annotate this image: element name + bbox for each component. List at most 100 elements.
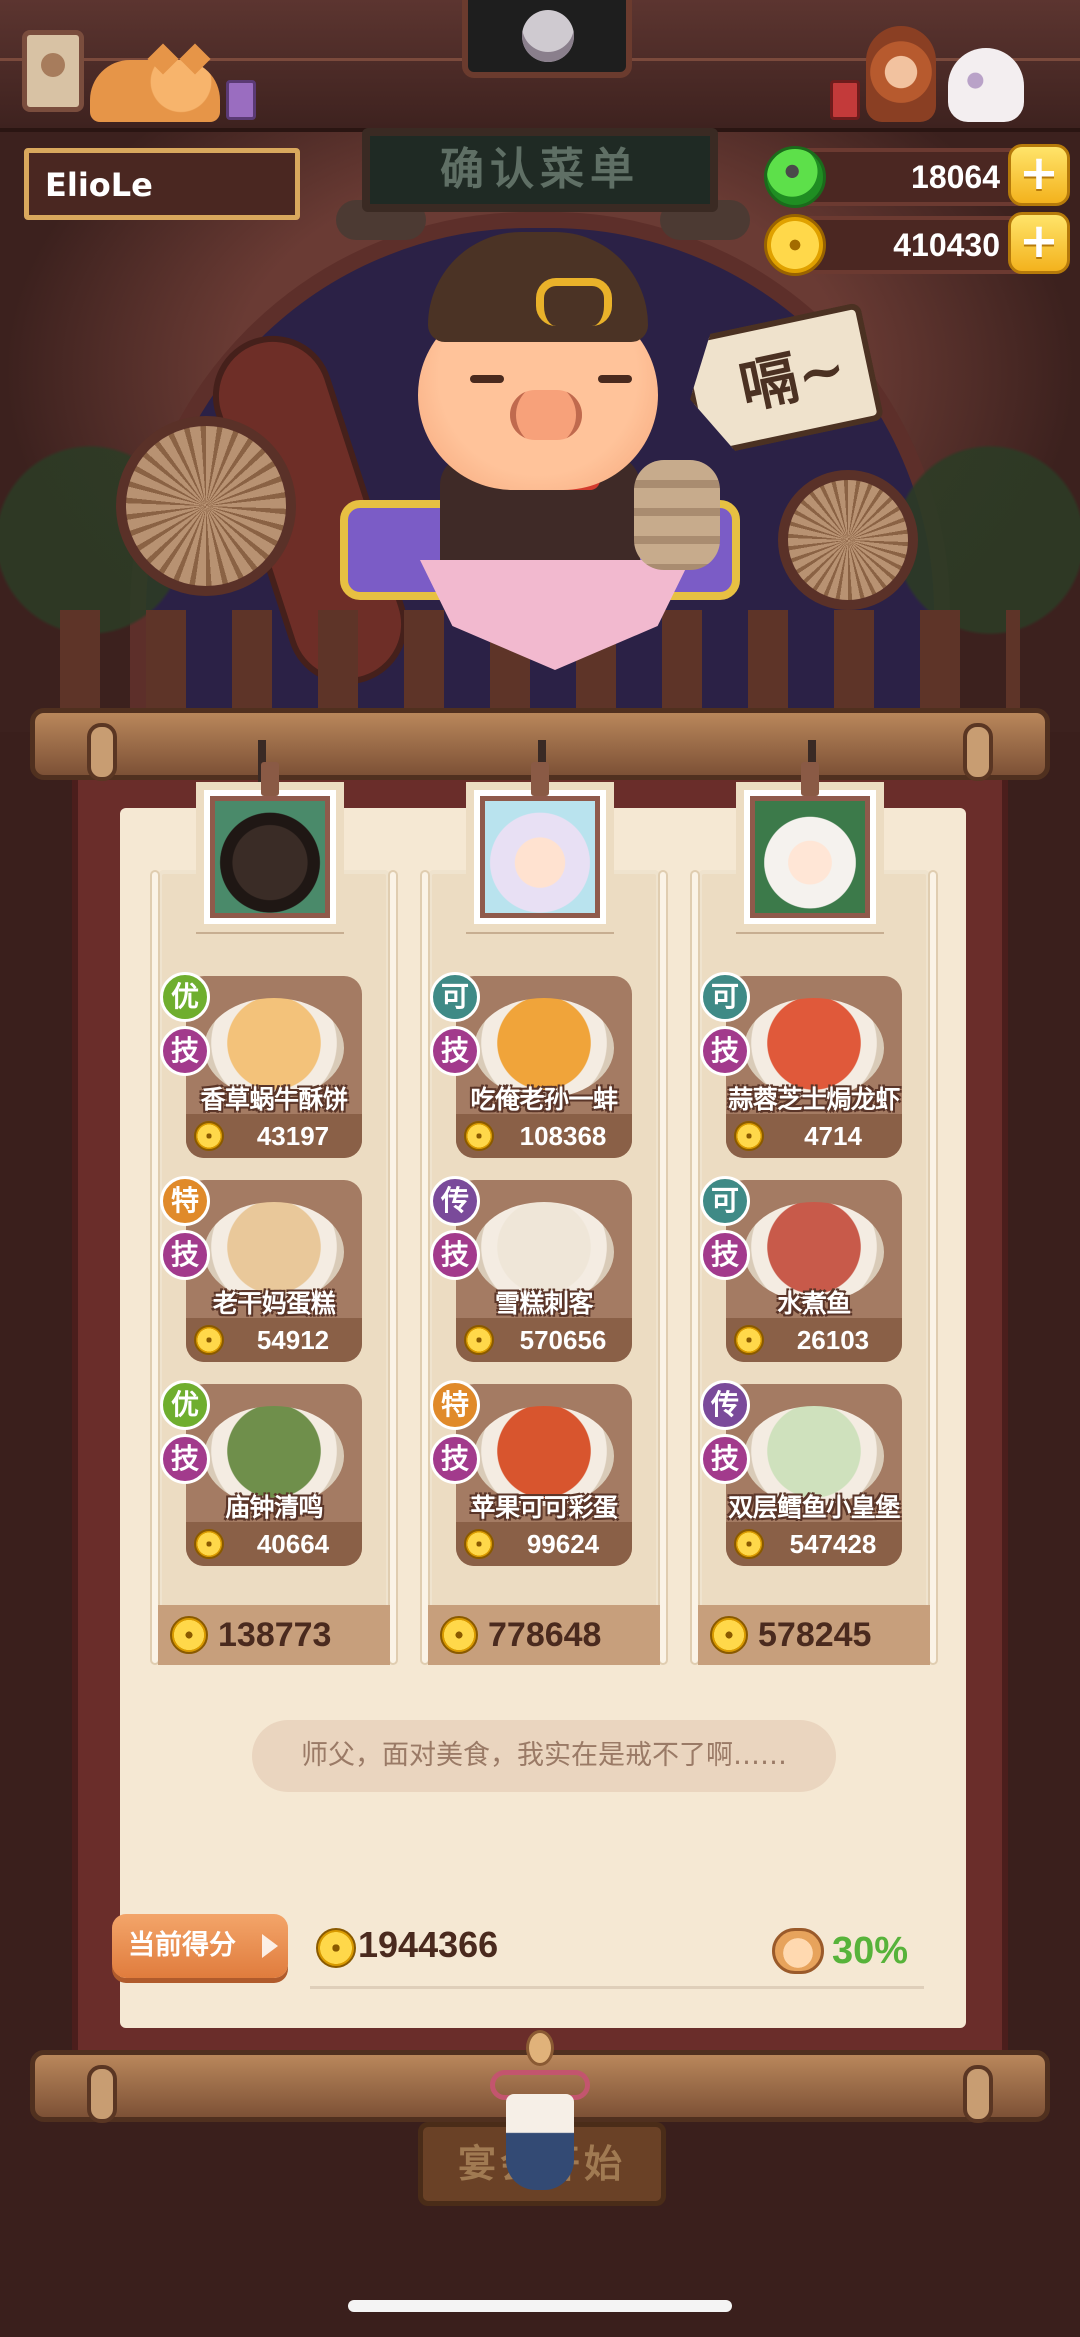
- score-divider: [310, 1986, 924, 1989]
- dish-card[interactable]: 可技蒜蓉芝士焗龙虾 4714: [700, 972, 902, 1158]
- rod-knob: [87, 2065, 117, 2123]
- dish-rank-badge: 优: [160, 972, 210, 1022]
- gold-coin-icon: [464, 1529, 494, 1559]
- current-score-text: 当前得分: [128, 1930, 236, 1961]
- dish-card[interactable]: 可技水煮鱼 26103: [700, 1176, 902, 1362]
- dish-score: 570656: [519, 1324, 607, 1355]
- dish-name: 蒜蓉芝士焗龙虾: [728, 1085, 900, 1114]
- dish-score-bar: 4714: [726, 1114, 902, 1158]
- dish-card[interactable]: 可技吃俺老孙一蚌 108368: [430, 972, 632, 1158]
- chef-portrait-bear[interactable]: [196, 762, 344, 932]
- bonus-pig-icon: [772, 1928, 824, 1974]
- column-total: 138773: [158, 1605, 390, 1665]
- add-jade-button[interactable]: +: [1008, 144, 1070, 206]
- dish-name: 双层鳕鱼小皇堡: [728, 1493, 900, 1522]
- dish-card[interactable]: 特技老干妈蛋糕 54912: [160, 1176, 362, 1362]
- add-coins-button[interactable]: +: [1008, 212, 1070, 274]
- top-decoration-strip: [0, 0, 1080, 132]
- column-total-value: 778648: [488, 1615, 602, 1654]
- fan-right: [778, 470, 918, 610]
- dish-name: 老干妈蛋糕: [212, 1289, 336, 1318]
- dish-skill-badge: 技: [700, 1026, 750, 1076]
- dish-score: 108368: [519, 1120, 607, 1151]
- dish-name: 水煮鱼: [777, 1289, 851, 1318]
- dish-rank-badge: 可: [430, 972, 480, 1022]
- dish-score-bar: 108368: [456, 1114, 632, 1158]
- dish-card[interactable]: 传技雪糕刺客 570656: [430, 1176, 632, 1362]
- dish-card[interactable]: 传技双层鳕鱼小皇堡 547428: [700, 1380, 902, 1566]
- column-rail: [690, 870, 700, 1665]
- gold-coin-icon: [734, 1121, 764, 1151]
- current-score-label: 当前得分: [112, 1914, 288, 1978]
- master-quote: 师父，面对美食，我实在是戒不了啊……: [252, 1720, 836, 1792]
- girl-figure-icon: [866, 26, 936, 122]
- dish-rank-badge: 特: [160, 1176, 210, 1226]
- dish-skill-badge: 技: [700, 1434, 750, 1484]
- portrait-clip: [261, 762, 279, 796]
- dish-score: 54912: [256, 1324, 330, 1355]
- rod-knob: [963, 2065, 993, 2123]
- fan-left: [116, 416, 296, 596]
- dish-rank-badge: 可: [700, 1176, 750, 1226]
- tassel-ornament: [490, 2030, 590, 2194]
- steamer-stack: [634, 460, 720, 570]
- bonus-percent: 30%: [832, 1930, 909, 1972]
- dish-name: 雪糕刺客: [494, 1289, 594, 1318]
- dish-rank-badge: 优: [160, 1380, 210, 1430]
- dish-rank-badge: 传: [430, 1176, 480, 1226]
- dish-skill-badge: 技: [430, 1434, 480, 1484]
- gold-coin-icon: [734, 1529, 764, 1559]
- gold-coin-icon: [764, 214, 826, 276]
- dish-skill-badge: 技: [430, 1026, 480, 1076]
- gold-coin-icon: [194, 1529, 224, 1559]
- rod-knob: [87, 723, 117, 781]
- portrait-clip: [531, 762, 549, 796]
- pig-eye-left: [470, 375, 504, 383]
- column-total-value: 578245: [758, 1615, 872, 1654]
- dish-score-bar: 40664: [186, 1522, 362, 1566]
- dish-score: 26103: [796, 1324, 870, 1355]
- dish-name: 庙钟清鸣: [224, 1493, 324, 1522]
- dish-skill-badge: 技: [160, 1434, 210, 1484]
- dish-rank-badge: 传: [700, 1380, 750, 1430]
- gold-coin-icon: [464, 1121, 494, 1151]
- dish-skill-badge: 技: [160, 1230, 210, 1280]
- gold-coin-icon: [316, 1928, 356, 1968]
- chef-portrait-girl[interactable]: [736, 762, 884, 932]
- dish-score-bar: 570656: [456, 1318, 632, 1362]
- gold-coin-icon: [734, 1325, 764, 1355]
- dish-score: 40664: [256, 1528, 330, 1559]
- column-rail: [420, 870, 430, 1665]
- gold-coin-icon: [710, 1616, 748, 1654]
- gold-coin-icon: [440, 1616, 478, 1654]
- dish-card[interactable]: 特技苹果可可彩蛋 99624: [430, 1380, 632, 1566]
- chef-portrait-fairy[interactable]: [466, 762, 614, 932]
- dish-skill-badge: 技: [430, 1230, 480, 1280]
- fairy-chef-avatar: [480, 796, 600, 918]
- gold-coin-icon: [194, 1121, 224, 1151]
- dish-score-bar: 43197: [186, 1114, 362, 1158]
- tassel-knot: [526, 2030, 554, 2066]
- dish-name: 吃俺老孙一蚌: [470, 1085, 618, 1114]
- coin-amount: 410430: [893, 227, 1000, 263]
- home-indicator[interactable]: [348, 2300, 732, 2312]
- gold-coin-icon: [464, 1325, 494, 1355]
- column-rail: [928, 870, 938, 1665]
- column-total: 578245: [698, 1605, 930, 1665]
- gold-coin-icon: [170, 1616, 208, 1654]
- dish-score-bar: 547428: [726, 1522, 902, 1566]
- play-arrow-icon: [262, 1934, 278, 1958]
- column-total-value: 138773: [218, 1615, 332, 1654]
- dish-name: 苹果可可彩蛋: [470, 1493, 618, 1522]
- dish-name: 香草蜗牛酥饼: [200, 1085, 348, 1114]
- dish-score: 4714: [804, 1120, 862, 1151]
- purple-cup-icon: [226, 80, 256, 120]
- dish-card[interactable]: 优技香草蜗牛酥饼 43197: [160, 972, 362, 1158]
- dish-card[interactable]: 优技庙钟清鸣 40664: [160, 1380, 362, 1566]
- portrait-clip: [801, 762, 819, 796]
- dish-rank-badge: 特: [430, 1380, 480, 1430]
- dish-rank-badge: 可: [700, 972, 750, 1022]
- player-name: ElioLe: [24, 148, 300, 220]
- photo-frame-icon[interactable]: [22, 30, 84, 112]
- red-cup-icon: [830, 80, 860, 120]
